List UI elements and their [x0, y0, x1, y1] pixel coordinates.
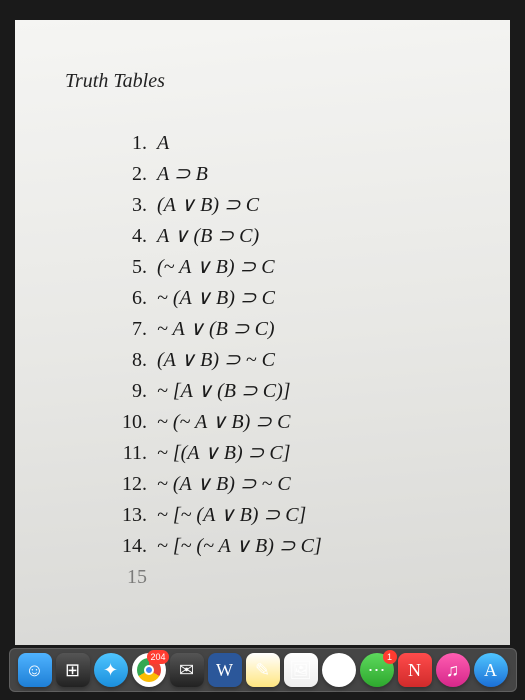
list-item: 2. A ⊃ B: [115, 159, 475, 190]
item-expression: A ∨ (B ⊃ C): [157, 221, 259, 252]
item-expression: ~ (A ∨ B) ⊃ C: [157, 283, 275, 314]
item-expression: A: [157, 128, 169, 159]
numbered-list: 1.A 2.A ⊃ B 3.(A ∨ B) ⊃ C 4.A ∨ (B ⊃ C) …: [115, 128, 475, 593]
list-item: 14. ~ [~ (~ A ∨ B) ⊃ C]: [115, 531, 475, 562]
word-icon[interactable]: W: [208, 653, 242, 687]
item-number: 5.: [115, 252, 147, 283]
item-expression: ~ [~ (A ∨ B) ⊃ C]: [157, 500, 306, 531]
item-number: 8.: [115, 345, 147, 376]
item-expression: ~ [~ (~ A ∨ B) ⊃ C]: [157, 531, 322, 562]
list-item: 1. A: [115, 128, 475, 159]
notes-icon[interactable]: ✎: [246, 653, 280, 687]
safari-icon[interactable]: ✦: [94, 653, 128, 687]
mail-icon[interactable]: ✉: [170, 653, 204, 687]
launchpad-icon[interactable]: ⊞: [56, 653, 90, 687]
item-number: 3.: [115, 190, 147, 221]
item-number: 15: [115, 562, 147, 593]
list-item: 12. ~ (A ∨ B) ⊃ ~ C: [115, 469, 475, 500]
item-number: 7.: [115, 314, 147, 345]
appstore-icon[interactable]: A: [474, 653, 508, 687]
item-number: 2.: [115, 159, 147, 190]
item-number: 1.: [115, 128, 147, 159]
item-expression: (A ∨ B) ⊃ ~ C: [157, 345, 275, 376]
item-number: 12.: [115, 469, 147, 500]
item-expression: ~ [(A ∨ B) ⊃ C]: [157, 438, 291, 469]
item-expression: ~ (A ∨ B) ⊃ ~ C: [157, 469, 291, 500]
list-item: 10. ~ (~ A ∨ B) ⊃ C: [115, 407, 475, 438]
list-item: 3. (A ∨ B) ⊃ C: [115, 190, 475, 221]
item-number: 11.: [115, 438, 147, 469]
macos-dock: ☺ ⊞ ✦ 204 ✉ W ✎ 🖼 ✿ ⋯ 1 N ♫ A: [9, 648, 517, 692]
list-item: 11. ~ [(A ∨ B) ⊃ C]: [115, 438, 475, 469]
list-item-partial: 15: [115, 562, 475, 593]
music-icon[interactable]: ♫: [436, 653, 470, 687]
item-number: 13.: [115, 500, 147, 531]
preview-icon[interactable]: 🖼: [284, 653, 318, 687]
item-expression: (~ A ∨ B) ⊃ C: [157, 252, 275, 283]
item-expression: ~ (~ A ∨ B) ⊃ C: [157, 407, 290, 438]
item-number: 10.: [115, 407, 147, 438]
item-number: 14.: [115, 531, 147, 562]
list-item: 6. ~ (A ∨ B) ⊃ C: [115, 283, 475, 314]
news-icon[interactable]: N: [398, 653, 432, 687]
badge: 1: [383, 650, 397, 664]
monitor-frame: Truth Tables 1. A 2. A ⊃ B 3. (A ∨ B) ⊃ C 4…: [0, 0, 525, 700]
list-item: 8. (A ∨ B) ⊃ ~ C: [115, 345, 475, 376]
item-expression: ~ [A ∨ (B ⊃ C)]: [157, 376, 291, 407]
list-item: 5. (~ A ∨ B) ⊃ C: [115, 252, 475, 283]
item-expression: ~ A ∨ (B ⊃ C): [157, 314, 275, 345]
list-item: 4. A ∨ (B ⊃ C): [115, 221, 475, 252]
list-item: 7. ~ A ∨ (B ⊃ C): [115, 314, 475, 345]
badge: 204: [147, 650, 168, 664]
messages-icon[interactable]: ⋯ 1: [360, 653, 394, 687]
list-item: 9. ~ [A ∨ (B ⊃ C)]: [115, 376, 475, 407]
item-expression: (A ∨ B) ⊃ C: [157, 190, 259, 221]
finder-icon[interactable]: ☺: [18, 653, 52, 687]
list-item: 13. ~ [~ (A ∨ B) ⊃ C]: [115, 500, 475, 531]
document-screen: Truth Tables 1. A 2. A ⊃ B 3. (A ∨ B) ⊃ C 4…: [15, 20, 510, 645]
item-number: 6.: [115, 283, 147, 314]
item-expression: A ⊃ B: [157, 159, 208, 190]
chrome-icon[interactable]: 204: [132, 653, 166, 687]
item-number: 4.: [115, 221, 147, 252]
item-number: 9.: [115, 376, 147, 407]
page-title: Truth Tables: [65, 70, 475, 93]
photos-icon[interactable]: ✿: [322, 653, 356, 687]
